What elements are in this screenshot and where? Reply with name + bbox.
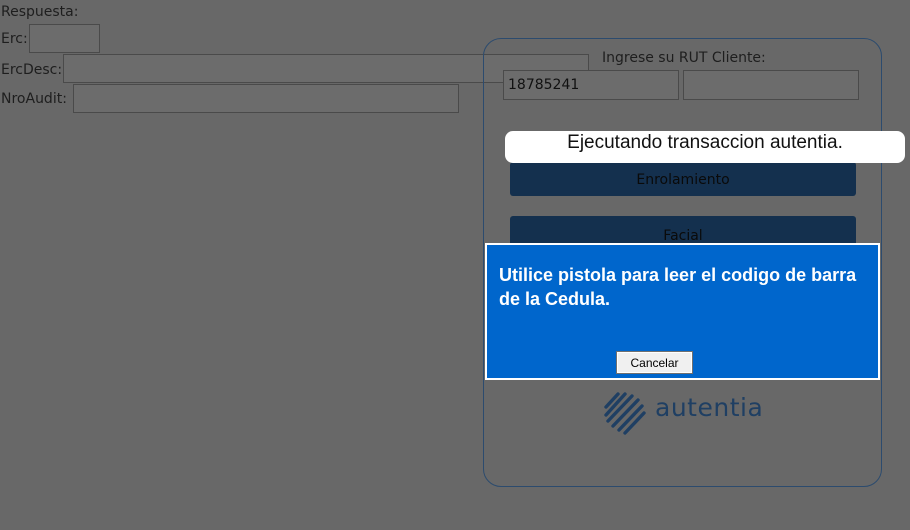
erc-field[interactable] bbox=[29, 24, 100, 53]
respuesta-label: Respuesta: bbox=[1, 4, 79, 20]
rut-prompt-label: Ingrese su RUT Cliente: bbox=[602, 50, 766, 66]
rut-dv-input[interactable] bbox=[683, 70, 859, 100]
enrolamiento-button[interactable]: Enrolamiento bbox=[510, 162, 856, 196]
erc-label: Erc: bbox=[1, 31, 28, 47]
autentia-logo-text: autentia bbox=[655, 393, 764, 422]
scan-dialog: Utilice pistola para leer el codigo de b… bbox=[485, 243, 880, 380]
dialog-message: Utilice pistola para leer el codigo de b… bbox=[499, 265, 857, 309]
cancel-button[interactable]: Cancelar bbox=[616, 351, 693, 374]
autentia-logo-icon bbox=[604, 392, 646, 435]
facial-button[interactable]: Facial bbox=[510, 216, 856, 246]
nroaudit-field[interactable] bbox=[73, 84, 459, 113]
nroaudit-label: NroAudit: bbox=[1, 91, 67, 107]
ercdesc-label: ErcDesc: bbox=[1, 62, 63, 78]
rut-input[interactable] bbox=[503, 70, 679, 100]
status-toast: Ejecutando transaccion autentia. bbox=[505, 131, 905, 163]
